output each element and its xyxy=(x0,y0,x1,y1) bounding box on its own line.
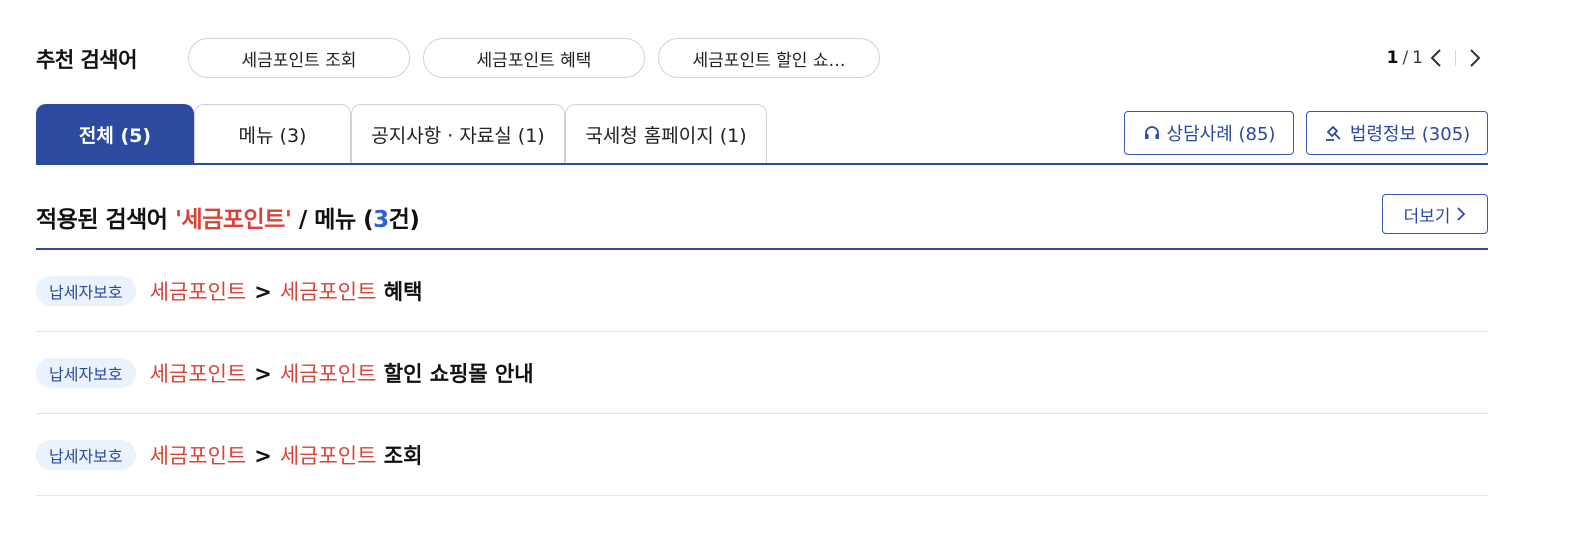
result-link[interactable]: 세금포인트 > 세금포인트 혜택 xyxy=(150,276,423,306)
chevron-left-icon xyxy=(1430,49,1441,67)
result-link[interactable]: 세금포인트 > 세금포인트 할인 쇼핑몰 안내 xyxy=(150,358,534,388)
pager-total: 1 xyxy=(1412,48,1423,68)
next-page-button[interactable] xyxy=(1462,44,1488,72)
tab-notice-archive[interactable]: 공지사항 · 자료실 (1) xyxy=(351,104,565,163)
applied-keyword: '세금포인트' xyxy=(174,207,292,233)
crumb-keyword: 세금포인트 xyxy=(279,361,377,386)
list-item: 납세자보호 세금포인트 > 세금포인트 조회 xyxy=(36,414,1488,496)
category-badge: 납세자보호 xyxy=(36,275,136,306)
chevron-right-icon xyxy=(1457,207,1466,221)
list-item: 납세자보호 세금포인트 > 세금포인트 할인 쇼핑몰 안내 xyxy=(36,332,1488,414)
crumb-rest: 혜택 xyxy=(383,279,423,304)
crumb-keyword: 세금포인트 xyxy=(149,361,247,386)
chevron-right-icon xyxy=(1470,49,1481,67)
recommended-chip[interactable]: 세금포인트 조회 xyxy=(188,38,410,78)
result-count: 3 xyxy=(373,207,389,233)
crumb-separator: > xyxy=(254,279,272,304)
tab-nts-homepage[interactable]: 국세청 홈페이지 (1) xyxy=(565,104,767,163)
list-item: 납세자보호 세금포인트 > 세금포인트 혜택 xyxy=(36,250,1488,332)
more-button[interactable]: 더보기 xyxy=(1382,194,1488,234)
consult-cases-button[interactable]: 상담사례 (85) xyxy=(1124,111,1294,155)
recommended-chip[interactable]: 세금포인트 할인 쇼… xyxy=(658,38,880,78)
keyword-pager: 1 / 1 xyxy=(1387,44,1488,72)
crumb-keyword: 세금포인트 xyxy=(149,279,247,304)
crumb-rest: 조회 xyxy=(383,443,423,468)
section-middle: / 메뉴 ( xyxy=(291,207,374,233)
law-info-label: 법령정보 (305) xyxy=(1349,124,1471,145)
category-badge: 납세자보호 xyxy=(36,357,136,388)
consult-cases-label: 상담사례 (85) xyxy=(1166,124,1276,145)
recommended-title: 추천 검색어 xyxy=(36,48,137,72)
section-prefix: 적용된 검색어 xyxy=(36,207,175,233)
recommended-keywords: 추천 검색어 세금포인트 조회 세금포인트 혜택 세금포인트 할인 쇼… 1 /… xyxy=(36,38,1488,78)
gavel-icon xyxy=(1325,125,1341,141)
crumb-rest: 할인 쇼핑몰 안내 xyxy=(383,361,534,386)
section-title: 적용된 검색어 '세금포인트' / 메뉴 (3건) xyxy=(36,200,420,234)
headset-icon xyxy=(1144,126,1159,139)
crumb-keyword: 세금포인트 xyxy=(279,443,377,468)
more-label: 더보기 xyxy=(1403,206,1451,227)
crumb-keyword: 세금포인트 xyxy=(149,443,247,468)
law-info-button[interactable]: 법령정보 (305) xyxy=(1306,111,1488,155)
tab-menu[interactable]: 메뉴 (3) xyxy=(194,104,351,163)
section-suffix: 건) xyxy=(388,207,420,233)
category-badge: 납세자보호 xyxy=(36,439,136,470)
result-tabs: 전체 (5) 메뉴 (3) 공지사항 · 자료실 (1) 국세청 홈페이지 (1… xyxy=(36,104,1488,165)
crumb-separator: > xyxy=(254,443,272,468)
tab-all[interactable]: 전체 (5) xyxy=(36,104,194,163)
crumb-keyword: 세금포인트 xyxy=(279,279,377,304)
pager-current: 1 xyxy=(1386,48,1399,68)
result-list: 납세자보호 세금포인트 > 세금포인트 혜택 납세자보호 세금포인트 > 세금포인트 할… xyxy=(36,250,1488,496)
section-header: 적용된 검색어 '세금포인트' / 메뉴 (3건) 더보기 xyxy=(36,190,1488,250)
pager-separator: / xyxy=(1402,48,1409,68)
prev-page-button[interactable] xyxy=(1423,44,1449,72)
pager-divider xyxy=(1455,50,1456,66)
recommended-chip[interactable]: 세금포인트 혜택 xyxy=(423,38,645,78)
crumb-separator: > xyxy=(254,361,272,386)
result-link[interactable]: 세금포인트 > 세금포인트 조회 xyxy=(150,440,423,470)
